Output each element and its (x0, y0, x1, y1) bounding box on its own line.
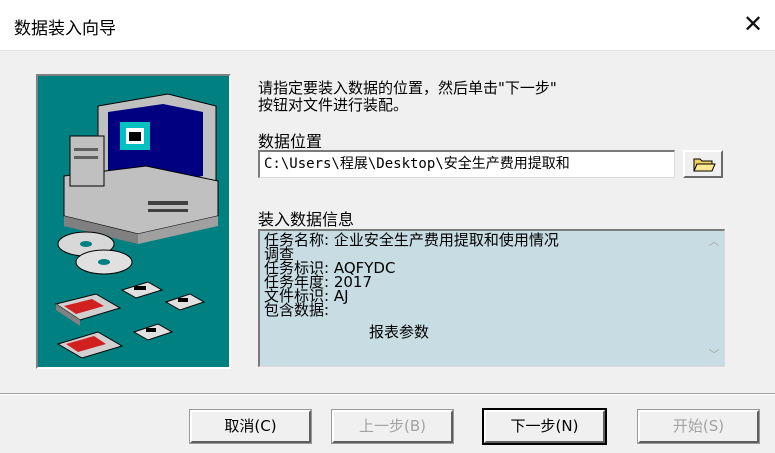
data-location-input[interactable]: C:\Users\程展\Desktop\安全生产费用提取和 (258, 150, 675, 178)
computer-disks-illustration (54, 93, 219, 359)
start-button[interactable]: 开始(S) (637, 409, 760, 444)
data-info-content: 任务名称: 企业安全生产费用提取和使用情况 调查 任务标识: AQFYDC 任务… (264, 231, 694, 341)
info-line: 任务名称: 企业安全生产费用提取和使用情况 (264, 231, 559, 249)
data-info-textarea[interactable]: 任务名称: 企业安全生产费用提取和使用情况 调查 任务标识: AQFYDC 任务… (258, 229, 725, 367)
data-info-label: 装入数据信息 (258, 210, 355, 229)
info-line: 包含数据: (264, 301, 330, 319)
wizard-illustration (36, 74, 231, 369)
instruction-line: 请指定要装入数据的位置，然后单击"下一步" (258, 79, 557, 97)
next-button[interactable]: 下一步(N) (482, 408, 607, 445)
instruction-text: 请指定要装入数据的位置，然后单击"下一步" 按钮对文件进行装配。 (258, 80, 718, 114)
close-icon[interactable]: ✕ (737, 8, 769, 40)
scroll-up-icon[interactable]: ︿ (704, 233, 724, 251)
title-bar: 数据装入向导 ✕ (0, 0, 775, 51)
back-button[interactable]: 上一步(B) (331, 409, 454, 444)
browse-button[interactable] (683, 150, 723, 178)
vertical-scrollbar[interactable]: ︿ ﹀ (704, 231, 724, 366)
scroll-down-icon[interactable]: ﹀ (704, 346, 724, 364)
cancel-button[interactable]: 取消(C) (189, 409, 312, 444)
window-title: 数据装入向导 (14, 19, 116, 39)
info-included-data: 报表参数 (369, 323, 430, 341)
open-folder-icon (693, 158, 716, 172)
data-location-label: 数据位置 (258, 132, 323, 151)
wizard-dialog: 数据装入向导 ✕ 请指定要装入数据的位置，然后单击"下一步" 按钮对文件进行装配… (0, 0, 775, 453)
instruction-line: 按钮对文件进行装配。 (258, 96, 409, 114)
footer-separator (0, 393, 775, 395)
